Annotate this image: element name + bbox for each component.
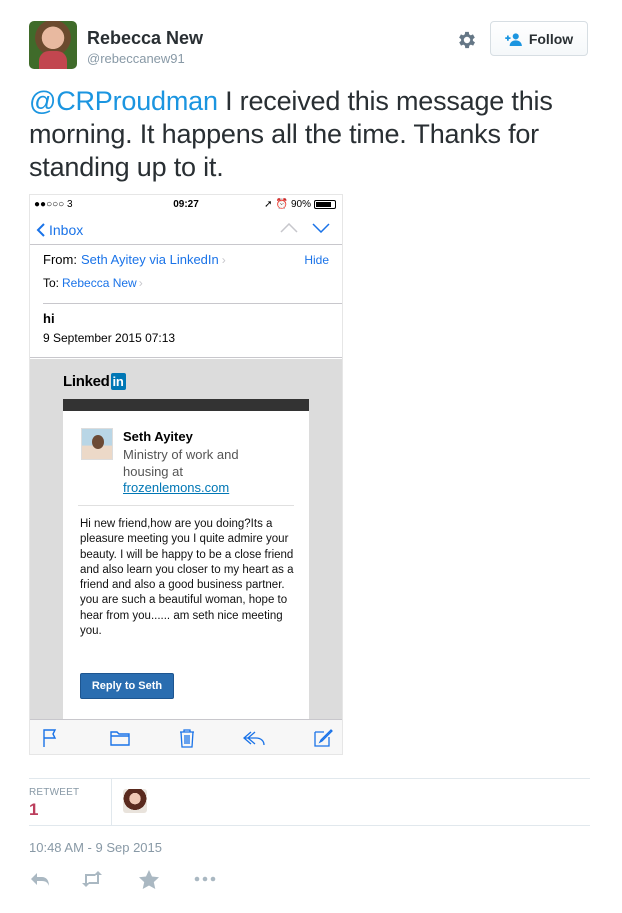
divider (29, 778, 590, 779)
author-avatar[interactable] (29, 21, 77, 69)
gear-icon[interactable] (456, 29, 478, 51)
logo-text: Linked (63, 373, 110, 390)
tweet-timestamp[interactable]: 10:48 AM - 9 Sep 2015 (29, 840, 162, 855)
sender-photo (81, 428, 113, 460)
tweet-text: @CRProudman I received this message this… (29, 85, 589, 184)
hide-link: Hide (304, 253, 329, 267)
location-icon: ➚ (264, 199, 273, 210)
email-date: 9 September 2015 07:13 (43, 331, 176, 345)
inbox-back-button: Inbox (36, 222, 83, 238)
author-handle[interactable]: @rebeccanew91 (87, 51, 185, 66)
message-card: Seth Ayitey Ministry of work and housing… (63, 411, 309, 719)
divider (78, 505, 294, 506)
reply-icon[interactable] (29, 869, 51, 889)
from-value: Seth Ayitey via LinkedIn (80, 252, 219, 267)
battery-percent: 90% (290, 199, 311, 210)
divider (111, 779, 112, 825)
to-label: To: (43, 276, 60, 290)
battery-indicator: ➚ ⏰ 90% (264, 199, 336, 210)
linkedin-header-bar (63, 399, 309, 411)
divider (43, 303, 342, 304)
message-text: Hi new friend,how are you doing?Its a pl… (80, 518, 294, 638)
to-value: Rebecca New (62, 276, 137, 290)
chevron-right-icon: › (221, 253, 226, 267)
follow-button[interactable]: Follow (490, 21, 588, 56)
email-to: To: Rebecca New › (43, 276, 143, 290)
retweet-label: RETWEET (29, 787, 80, 798)
compose-icon (313, 728, 333, 748)
divider (30, 357, 342, 358)
chevron-down-icon (312, 223, 330, 233)
star-icon[interactable] (138, 869, 160, 889)
alarm-icon: ⏰ (275, 199, 288, 210)
more-icon[interactable] (193, 869, 217, 889)
folder-icon (110, 728, 130, 748)
email-body: Linked in Seth Ayitey Ministry of work an… (30, 359, 342, 719)
sender-name: Seth Ayitey (123, 429, 193, 444)
sender-title: Ministry of work and housing at (123, 447, 239, 479)
reply-to-seth-button: Reply to Seth (80, 673, 174, 699)
chevron-right-icon: › (138, 276, 143, 290)
linkedin-logo: Linked in (63, 373, 126, 390)
mail-toolbar (30, 719, 342, 754)
chevron-left-icon (36, 223, 45, 237)
trash-icon (177, 728, 197, 748)
chevron-up-icon (280, 223, 298, 233)
divider (29, 825, 590, 826)
inbox-label: Inbox (49, 222, 84, 238)
email-from: From: Seth Ayitey via LinkedIn › (43, 252, 226, 267)
retweet-count[interactable]: 1 (29, 800, 38, 820)
sender-company-link: frozenlemons.com (123, 480, 230, 495)
mail-nav-bar: Inbox (30, 213, 342, 245)
reply-icon (242, 728, 266, 748)
retweeter-avatar[interactable] (123, 789, 147, 813)
author-name[interactable]: Rebecca New (87, 28, 203, 49)
email-subject: hi (43, 311, 55, 326)
battery-icon (314, 200, 336, 209)
ios-status-bar: ●●○○○ 3 09:27 ➚ ⏰ 90% (30, 195, 342, 213)
follow-label: Follow (528, 30, 574, 47)
message-nav-arrows (280, 223, 330, 233)
retweet-icon[interactable] (80, 869, 104, 889)
flag-icon (40, 728, 60, 748)
add-user-icon (505, 32, 522, 46)
from-label: From: (43, 252, 77, 267)
logo-box: in (110, 373, 126, 390)
tweet-photo[interactable]: ●●○○○ 3 09:27 ➚ ⏰ 90% Inbox From: Seth Ay… (29, 194, 343, 755)
mention-link[interactable]: @CRProudman (29, 86, 218, 116)
